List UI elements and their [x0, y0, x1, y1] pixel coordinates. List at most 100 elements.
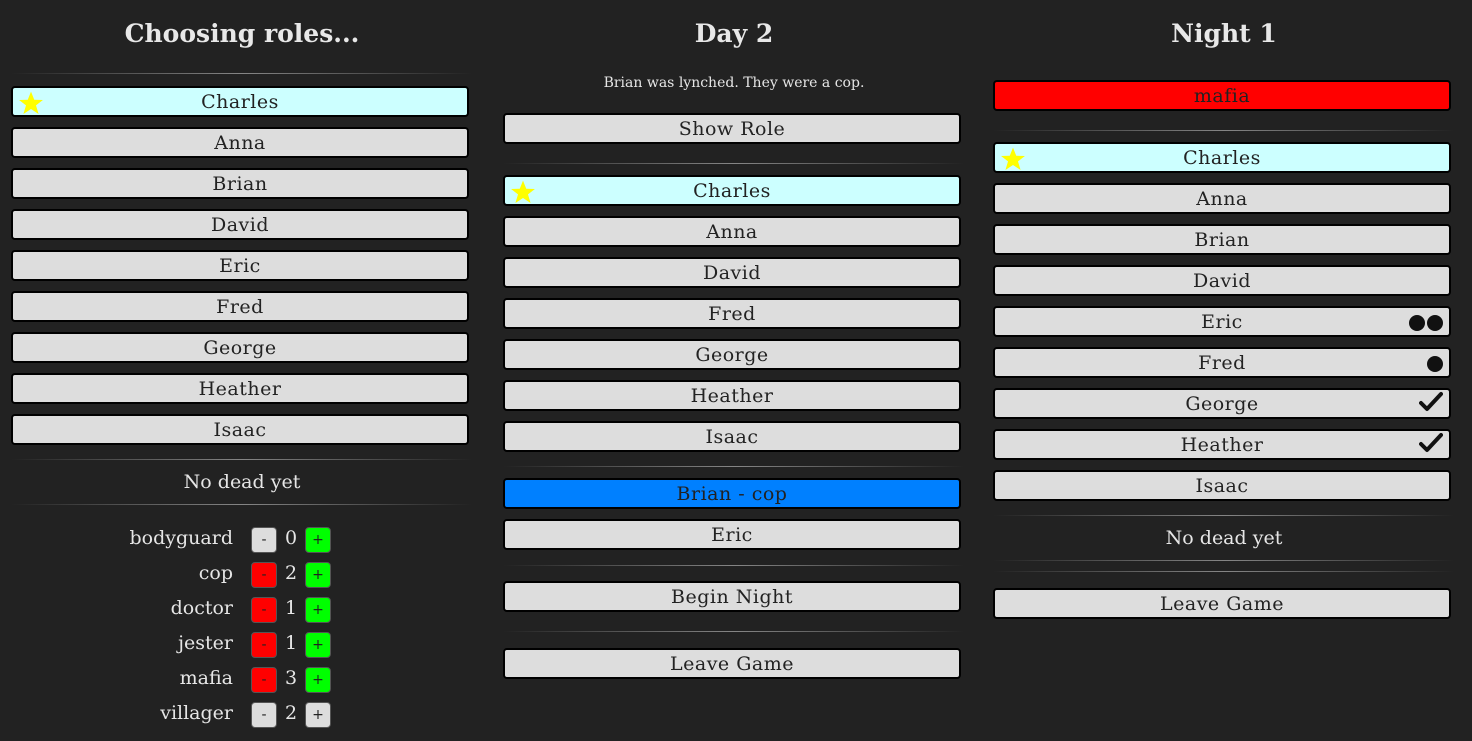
player-name: Charles [693, 180, 771, 202]
player-button-isaac[interactable]: Isaac [503, 421, 961, 452]
lynch-announcement: Brian was lynched. They were a cop. [603, 75, 865, 91]
role-count: 0 [284, 527, 298, 549]
player-name: Heather [690, 385, 774, 407]
role-count: 2 [284, 702, 298, 724]
divider [993, 560, 1455, 561]
role-name: bodyguard [129, 527, 233, 549]
player-button-isaac[interactable]: Isaac [11, 414, 469, 445]
leave-game-button[interactable]: Leave Game [503, 648, 961, 679]
star-icon [511, 180, 535, 204]
role-name: mafia [179, 667, 233, 689]
decrement-button[interactable]: - [251, 597, 277, 623]
player-button-anna[interactable]: Anna [993, 183, 1451, 214]
player-button-heather[interactable]: Heather [11, 373, 469, 404]
player-button-george[interactable]: George [993, 388, 1451, 419]
player-button-eric[interactable]: Eric [993, 306, 1451, 337]
dead-player-eric[interactable]: Eric [503, 519, 961, 550]
vote-markers [1427, 355, 1443, 373]
increment-button[interactable]: + [305, 527, 331, 553]
player-name: David [1192, 270, 1252, 292]
player-button-eric[interactable]: Eric [11, 250, 469, 281]
show-role-button[interactable]: Show Role [503, 113, 961, 144]
leave-game-button[interactable]: Leave Game [993, 588, 1451, 619]
player-name: Charles [201, 91, 279, 113]
increment-button[interactable]: + [305, 667, 331, 693]
dot-icon [1427, 356, 1443, 372]
player-name: Fred [708, 303, 756, 325]
player-name: David [210, 214, 270, 236]
player-name: Eric [219, 255, 261, 277]
role-row-mafia: mafia - 3 + [11, 665, 473, 695]
decrement-button[interactable]: - [251, 702, 277, 728]
role-row-bodyguard: bodyguard - 0 + [11, 525, 473, 555]
player-name: David [702, 262, 762, 284]
dead-status: No dead yet [1165, 527, 1283, 549]
vote-markers [1409, 314, 1443, 332]
decrement-button[interactable]: - [251, 562, 277, 588]
dead-player-brian[interactable]: Brian - cop [503, 478, 961, 509]
player-button-david[interactable]: David [993, 265, 1451, 296]
player-button-fred[interactable]: Fred [993, 347, 1451, 378]
dot-icon [1427, 315, 1443, 331]
dot-icon [1409, 315, 1425, 331]
player-name: Anna [1196, 188, 1248, 210]
role-name: jester [178, 632, 233, 654]
role-count: 1 [284, 632, 298, 654]
player-name: Charles [1183, 147, 1261, 169]
divider [503, 565, 965, 566]
button-label: Show Role [678, 118, 786, 140]
divider [993, 515, 1455, 516]
player-name: Heather [1180, 434, 1264, 456]
role-banner: mafia [993, 80, 1451, 111]
decrement-button[interactable]: - [251, 667, 277, 693]
player-button-heather[interactable]: Heather [993, 429, 1451, 460]
decrement-button[interactable]: - [251, 527, 277, 553]
player-name: George [203, 337, 277, 359]
player-button-heather[interactable]: Heather [503, 380, 961, 411]
player-button-david[interactable]: David [503, 257, 961, 288]
role-row-villager: villager - 2 + [11, 700, 473, 730]
player-name: Brian - cop [676, 483, 788, 505]
increment-button[interactable]: + [305, 562, 331, 588]
increment-button[interactable]: + [305, 702, 331, 728]
role-banner-label: mafia [1193, 85, 1251, 107]
decrement-button[interactable]: - [251, 632, 277, 658]
begin-night-button[interactable]: Begin Night [503, 581, 961, 612]
player-button-george[interactable]: George [11, 332, 469, 363]
role-count: 2 [284, 562, 298, 584]
player-button-fred[interactable]: Fred [503, 298, 961, 329]
player-button-fred[interactable]: Fred [11, 291, 469, 322]
role-row-jester: jester - 1 + [11, 630, 473, 660]
player-name: Isaac [705, 426, 759, 448]
player-button-isaac[interactable]: Isaac [993, 470, 1451, 501]
role-name: doctor [170, 597, 233, 619]
player-name: Eric [711, 524, 753, 546]
divider [11, 504, 473, 505]
player-button-charles[interactable]: Charles [503, 175, 961, 206]
increment-button[interactable]: + [305, 597, 331, 623]
player-button-anna[interactable]: Anna [503, 216, 961, 247]
player-button-charles[interactable]: Charles [11, 86, 469, 117]
player-name: Anna [706, 221, 758, 243]
player-button-charles[interactable]: Charles [993, 142, 1451, 173]
divider [11, 73, 473, 74]
player-button-george[interactable]: George [503, 339, 961, 370]
confirm-marker [1419, 392, 1443, 411]
player-button-anna[interactable]: Anna [11, 127, 469, 158]
divider [503, 163, 965, 164]
divider [993, 130, 1455, 131]
check-icon [1419, 433, 1443, 452]
player-button-brian[interactable]: Brian [11, 168, 469, 199]
button-label: Begin Night [671, 586, 793, 608]
increment-button[interactable]: + [305, 632, 331, 658]
player-name: Brian [1194, 229, 1250, 251]
player-button-david[interactable]: David [11, 209, 469, 240]
panel-title: Night 1 [1171, 19, 1277, 48]
player-button-brian[interactable]: Brian [993, 224, 1451, 255]
divider [503, 631, 965, 632]
divider [11, 459, 473, 460]
player-name: Isaac [213, 419, 267, 441]
player-name: Brian [212, 173, 268, 195]
role-name: cop [198, 562, 233, 584]
role-count: 1 [284, 597, 298, 619]
